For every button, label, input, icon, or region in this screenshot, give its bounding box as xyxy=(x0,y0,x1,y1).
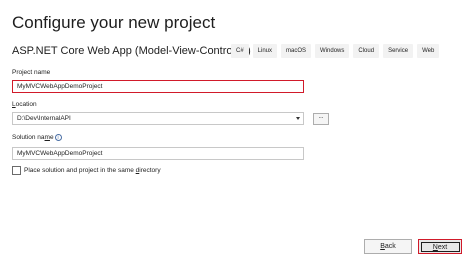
back-button[interactable]: Back xyxy=(364,239,412,254)
project-name-input[interactable]: MyMVCWebAppDemoProject xyxy=(12,80,304,93)
project-name-label: Project name xyxy=(12,69,51,76)
solution-name-input[interactable]: MyMVCWebAppDemoProject xyxy=(12,147,304,160)
solution-name-label: Solution name i xyxy=(12,134,62,141)
tag-csharp: C# xyxy=(231,44,249,58)
template-name: ASP.NET Core Web App (Model-View-Control… xyxy=(12,45,251,57)
same-directory-checkbox[interactable] xyxy=(12,166,21,175)
template-tags: C# Linux macOS Windows Cloud Service Web xyxy=(231,44,440,58)
browse-button[interactable]: ... xyxy=(313,113,329,125)
tag-macos: macOS xyxy=(281,44,312,58)
info-icon[interactable]: i xyxy=(54,134,62,141)
tag-web: Web xyxy=(417,44,440,58)
tag-linux: Linux xyxy=(252,44,278,58)
location-label: Location xyxy=(12,101,37,108)
tag-windows: Windows xyxy=(315,44,350,58)
next-button[interactable]: Next xyxy=(418,239,462,254)
location-value: D:\Dev\InternalAPI xyxy=(17,115,71,122)
location-combobox[interactable]: D:\Dev\InternalAPI xyxy=(12,112,304,125)
tag-service: Service xyxy=(383,44,414,58)
next-button-focus-ring: Next xyxy=(420,241,460,252)
same-directory-label[interactable]: Place solution and project in the same d… xyxy=(24,167,161,174)
chevron-down-icon[interactable] xyxy=(296,117,300,120)
page-title: Configure your new project xyxy=(12,13,216,32)
tag-cloud: Cloud xyxy=(353,44,380,58)
